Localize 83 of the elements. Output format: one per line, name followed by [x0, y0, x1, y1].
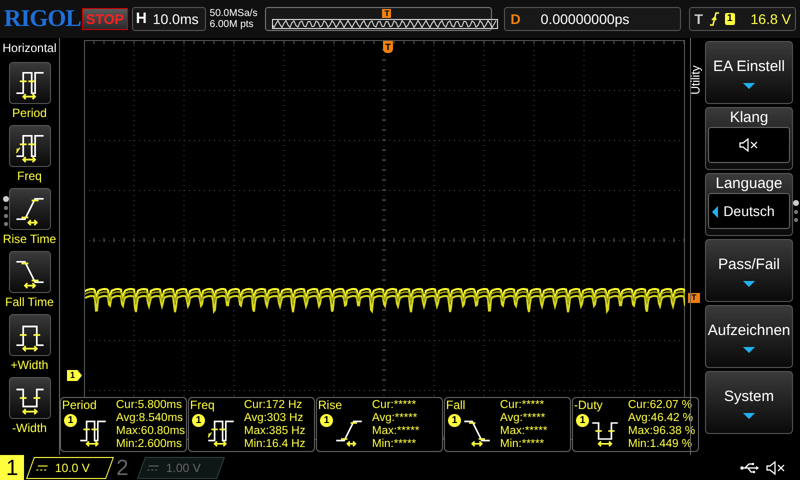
measurement-name: Freq	[190, 399, 215, 412]
menu-button[interactable]: Aufzeichnen	[705, 305, 793, 368]
sample-rate: 50.0MSa/s	[210, 8, 258, 19]
option-field[interactable]	[708, 127, 790, 163]
channel-badge: 1	[64, 414, 77, 427]
menu-item-label: Freq	[17, 168, 42, 185]
speaker-muted-icon	[739, 138, 759, 152]
measurement-button[interactable]	[8, 314, 50, 356]
channel-badge: 1	[320, 414, 333, 427]
channel-scale: 10.0 V	[55, 460, 90, 476]
menu-item-label: -Width	[12, 420, 47, 437]
measurement-value: Min:16.4 Hz	[244, 438, 306, 451]
rising-edge-icon	[708, 12, 719, 26]
memory-depth: 6.00M pts	[210, 19, 255, 30]
menu-item-label: Fall Time	[5, 294, 54, 311]
trigger-level: 16.8 V	[750, 10, 791, 28]
menu-button-label: Klang	[730, 108, 768, 127]
channel-badge: 1	[192, 414, 205, 427]
trigger-source-badge: 1	[724, 13, 735, 25]
menu-title: Horizontal	[2, 40, 57, 57]
menu-button[interactable]: EA Einstell	[705, 41, 793, 104]
menu-title: Utility	[688, 65, 704, 95]
menu-item-label: Period	[12, 105, 47, 122]
measurement-value: Max:*****	[372, 425, 420, 438]
measurement-value: Avg:303 Hz	[244, 412, 304, 425]
speaker-muted-icon	[766, 460, 786, 474]
measurement-name: Fall	[446, 399, 466, 412]
trigger-level-marker: T	[688, 293, 700, 303]
timebase-label: H	[136, 8, 147, 29]
measurement-value: Min:2.600ms	[116, 438, 183, 451]
measurement-value: Avg:8.540ms	[116, 412, 184, 425]
timebase-value: 10.0ms	[152, 10, 199, 28]
measurement-value: Avg:*****	[372, 412, 418, 425]
measurement-button[interactable]	[8, 251, 50, 293]
trigger-label: T	[694, 10, 703, 28]
delay-label: D	[510, 10, 521, 28]
measurement-value: Avg:*****	[500, 412, 546, 425]
menu-item-label: Rise Time	[2, 231, 56, 248]
measurement-value: Cur:*****	[372, 399, 418, 412]
measurement-button[interactable]	[8, 377, 50, 419]
usb-icon	[740, 462, 760, 474]
menu-button-label: Language	[716, 174, 782, 193]
measurement-name: Rise	[318, 399, 342, 412]
menu-button[interactable]: Language Deutsch	[705, 173, 793, 236]
measurement-name: Period	[62, 399, 97, 412]
measurement-button[interactable]	[8, 188, 50, 230]
measurement-button[interactable]	[8, 62, 50, 104]
option-field[interactable]: Deutsch	[708, 193, 790, 229]
submenu-arrow-icon	[743, 82, 755, 89]
trigger-position-marker: T	[383, 41, 393, 53]
menu-button[interactable]: System	[705, 371, 793, 434]
menu-button-label: System	[724, 387, 774, 408]
measurement-value: Cur:*****	[500, 399, 546, 412]
measurement-button[interactable]	[8, 125, 50, 167]
measurement-value: Max:60.80ms	[116, 425, 186, 438]
channel-badge: 1	[448, 414, 461, 427]
submenu-arrow-icon	[743, 412, 755, 419]
channel-badge: 1	[576, 414, 589, 427]
menu-button-label: Aufzeichnen	[708, 321, 790, 342]
measurement-value: Min:*****	[500, 438, 546, 451]
menu-button-label: EA Einstell	[713, 57, 785, 78]
channel-number[interactable]: 1	[0, 455, 24, 480]
submenu-arrow-icon	[743, 346, 755, 353]
channel-scale-box[interactable]: 10.0 V	[26, 456, 114, 478]
measurement-value: Min:*****	[372, 438, 418, 451]
measurement-value: Max:*****	[500, 425, 548, 438]
menu-button[interactable]: Pass/Fail	[705, 239, 793, 302]
measurement-name: -Duty	[574, 399, 603, 412]
menu-button-label: Pass/Fail	[718, 255, 780, 276]
option-value: Deutsch	[723, 202, 775, 220]
measurement-value: Cur:5.800ms	[116, 399, 183, 412]
measurement-value: Max:385 Hz	[244, 425, 306, 438]
submenu-arrow-icon	[743, 280, 755, 287]
menu-item-label: +Width	[10, 357, 48, 374]
option-arrow-icon	[712, 206, 718, 218]
dc-coupling-icon	[36, 464, 48, 470]
measurement-value: Cur:172 Hz	[244, 399, 304, 412]
channel-offset-marker: 1	[67, 370, 82, 381]
menu-button[interactable]: Klang	[705, 107, 793, 170]
delay-value: 0.00000000ps	[540, 10, 630, 29]
trigger-position-marker: T	[382, 9, 392, 18]
dc-coupling-icon	[146, 464, 159, 470]
channel-scale: 1.00 V	[166, 460, 200, 476]
